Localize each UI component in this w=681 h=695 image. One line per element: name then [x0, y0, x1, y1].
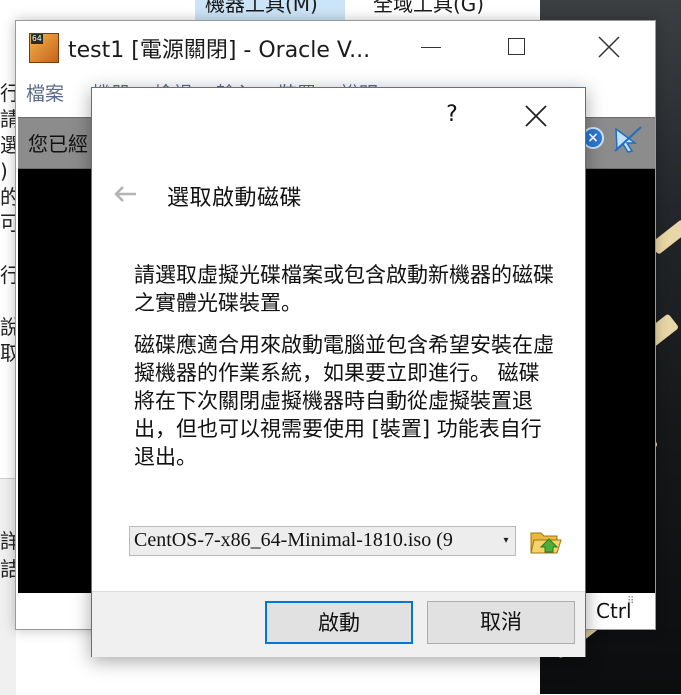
bg-glyph: ) — [0, 159, 8, 183]
dialog-explanation: 磁碟應適合用來啟動電腦並包含希望安裝在虛擬機器的作業系統，如果要立即進行。 磁碟… — [134, 333, 554, 469]
mouse-integration-icon[interactable] — [613, 125, 643, 153]
resize-grip-icon[interactable]: ⠿ — [627, 596, 634, 607]
bg-glyph: 可 — [0, 211, 16, 235]
maximize-icon — [508, 38, 525, 55]
bg-glyph: 的 — [0, 185, 16, 209]
vm-window-titlebar[interactable]: 64 test1 [電源關閉] - Oracle V... — [16, 21, 655, 73]
notification-text: 您已經 — [28, 132, 88, 156]
cancel-button[interactable]: 取消 — [427, 601, 575, 644]
minimize-icon — [421, 47, 441, 48]
back-button[interactable] — [112, 184, 138, 208]
bg-glyph: 行 — [0, 263, 16, 287]
dialog-close-button[interactable] — [525, 105, 547, 131]
minimize-button[interactable] — [408, 21, 454, 73]
close-icon — [525, 105, 547, 127]
window-close-button[interactable] — [586, 21, 632, 73]
select-startup-disk-dialog: ? 選取啟動磁碟 請選取虛擬光碟檔案或包含啟動新機器的磁碟之實體光碟裝置。 磁碟… — [91, 87, 586, 657]
bg-glyph: 選 — [0, 133, 16, 157]
window-title: test1 [電源關閉] - Oracle V... — [68, 38, 371, 63]
start-button[interactable]: 啟動 — [265, 601, 413, 644]
back-arrow-icon — [114, 186, 136, 202]
disk-image-select[interactable]: CentOS-7-x86_64-Minimal-1810.iso (9 ▾ — [129, 526, 516, 556]
bg-glyph: 行 — [0, 81, 16, 105]
menu-machine-tools[interactable]: 機器工具(M) — [195, 0, 345, 20]
bg-glyph — [0, 288, 16, 314]
dialog-description: 請選取虛擬光碟檔案或包含啟動新機器的磁碟之實體光碟裝置。 — [134, 263, 554, 315]
selected-disk-image: CentOS-7-x86_64-Minimal-1810.iso (9 — [134, 529, 453, 551]
background-window-fragment: 行 請 選 ) 的 可 行 說 取 — [0, 80, 16, 366]
bg-glyph: 請 — [0, 107, 16, 131]
background-lower-panel: 詳 詰 — [0, 478, 20, 695]
menu-global-tools[interactable]: 全域工具(G) — [355, 0, 484, 14]
bg-glyph: 取 — [0, 341, 16, 365]
dropdown-arrow-icon[interactable]: ▾ — [497, 527, 515, 555]
choose-disk-file-button[interactable] — [529, 525, 563, 559]
close-icon — [598, 36, 620, 58]
vbox-app-icon: 64 — [29, 33, 59, 63]
folder-open-icon — [530, 532, 562, 554]
dialog-button-bar: 啟動 取消 — [92, 591, 585, 657]
maximize-button[interactable] — [494, 21, 540, 73]
background-menubar: 機器工具(M) 全域工具(G) — [195, 0, 540, 20]
bg-glyph: 說 — [0, 315, 16, 339]
dialog-heading: 選取啟動磁碟 — [167, 186, 303, 211]
help-button[interactable]: ? — [442, 102, 462, 127]
bg-glyph — [0, 236, 16, 262]
menu-file[interactable]: 檔案 — [26, 79, 64, 106]
